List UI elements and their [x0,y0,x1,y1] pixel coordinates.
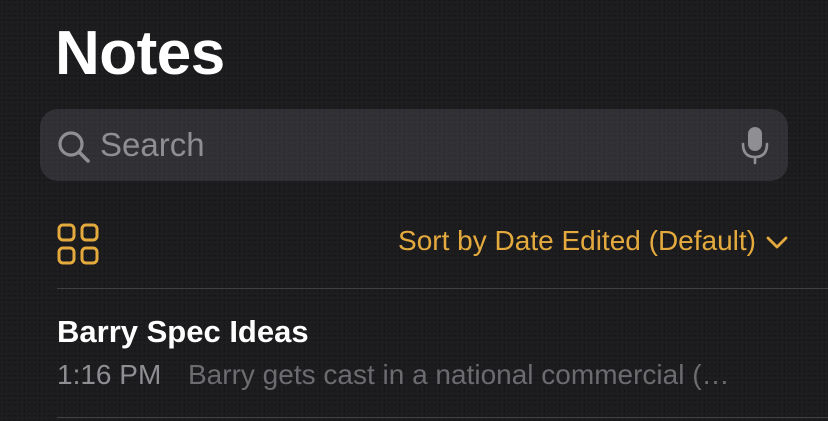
gallery-view-icon[interactable] [57,223,99,265]
note-time: 1:16 PM [57,359,162,390]
search-bar[interactable] [40,109,788,181]
note-list-item[interactable]: Barry Spec Ideas 1:16 PM Barry gets cast… [0,289,828,417]
divider [57,417,828,418]
page-title: Notes [55,19,225,88]
microphone-icon[interactable] [740,125,770,165]
note-title: Barry Spec Ideas [57,314,309,349]
sort-label: Sort by Date Edited (Default) [398,225,756,256]
note-preview: Barry gets cast in a national commercial… [188,359,730,390]
chevron-down-icon [766,236,788,248]
search-input[interactable] [100,123,700,167]
search-icon [58,131,90,163]
sort-button[interactable]: Sort by Date Edited (Default) [398,225,788,257]
